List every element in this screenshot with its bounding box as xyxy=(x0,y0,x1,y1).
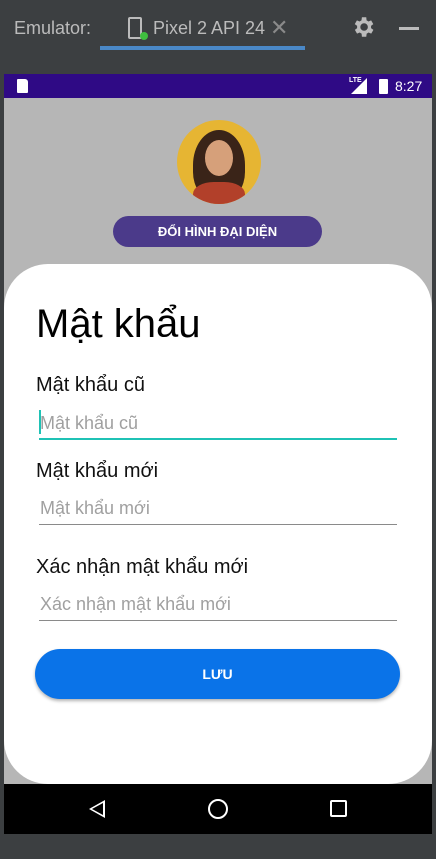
password-card: Mật khẩu Mật khẩu cũ Mật khẩu mới Xác nh… xyxy=(4,264,432,784)
status-bar: LTE 8:27 xyxy=(4,74,432,98)
confirm-password-field[interactable] xyxy=(39,585,397,621)
avatar-face xyxy=(205,140,233,176)
old-password-field[interactable] xyxy=(39,404,397,440)
close-icon[interactable]: ✕ xyxy=(270,15,288,41)
change-avatar-button[interactable]: ĐỔI HÌNH ĐẠI DIỆN xyxy=(113,216,322,247)
navigation-bar xyxy=(4,784,432,834)
active-tab-underline xyxy=(100,46,305,50)
sd-card-icon xyxy=(17,79,28,93)
new-password-label: Mật khẩu mới xyxy=(36,460,159,482)
page-title: Mật khẩu xyxy=(36,302,201,346)
back-icon-inner xyxy=(92,803,103,815)
device-tab-label: Pixel 2 API 24 xyxy=(153,18,266,38)
device-running-indicator xyxy=(140,32,148,40)
confirm-password-label: Xác nhận mật khẩu mới xyxy=(36,556,249,578)
text-caret xyxy=(39,410,41,434)
device-screen: LTE 8:27 ĐỔI HÌNH ĐẠI DIỆN Mật khẩu Mật … xyxy=(4,74,432,834)
emulator-toolbar: Emulator: Pixel 2 API 24 ✕ xyxy=(0,0,436,56)
gear-icon[interactable] xyxy=(350,14,376,40)
battery-icon xyxy=(379,79,388,94)
status-time: 8:27 xyxy=(395,78,423,94)
emulator-bottom-frame xyxy=(0,834,436,859)
old-password-label: Mật khẩu cũ xyxy=(36,374,145,396)
avatar xyxy=(177,120,261,204)
save-button[interactable]: LƯU xyxy=(35,649,400,699)
home-icon[interactable] xyxy=(208,799,228,819)
device-tab[interactable]: Pixel 2 API 24 ✕ xyxy=(100,0,305,52)
minimize-icon[interactable] xyxy=(399,27,419,30)
emulator-label: Emulator: xyxy=(14,18,92,38)
avatar-shirt xyxy=(193,182,245,204)
recents-icon[interactable] xyxy=(330,800,347,817)
network-type: LTE xyxy=(349,77,362,84)
new-password-field[interactable] xyxy=(39,489,397,525)
